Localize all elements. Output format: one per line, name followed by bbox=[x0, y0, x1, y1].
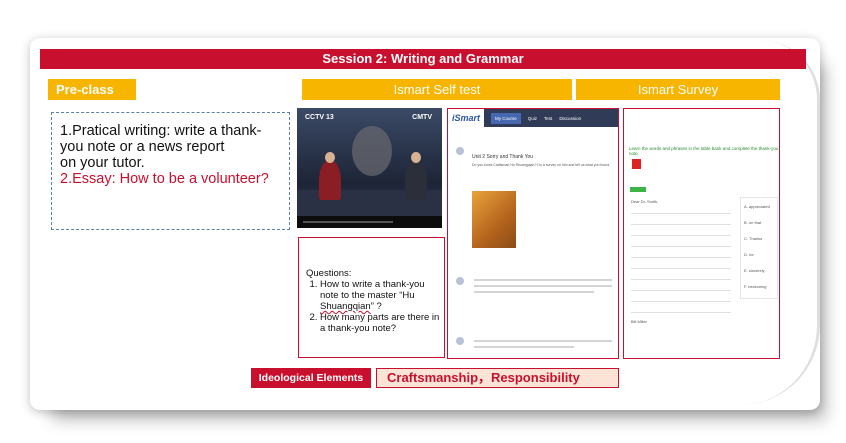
form-line bbox=[631, 290, 731, 291]
form-line bbox=[631, 279, 731, 280]
task-box: 1.Pratical writing: write a thank- you n… bbox=[51, 112, 290, 230]
selftest-header: Ismart Self test bbox=[302, 79, 572, 100]
anchor-right bbox=[405, 160, 427, 200]
word-option[interactable]: C. Thanks bbox=[744, 236, 762, 241]
survey-screenshot: Learn the words and phrases in the table… bbox=[623, 108, 780, 359]
ismart-topbar: iSmart My Course Quiz Test Discussion bbox=[448, 109, 618, 127]
survey-badge bbox=[630, 187, 646, 192]
avatar-icon bbox=[456, 337, 464, 345]
word-option[interactable]: F. beckoning bbox=[744, 284, 766, 289]
form-line bbox=[631, 268, 731, 269]
task-line-3: on your tutor. bbox=[60, 155, 145, 171]
text-line bbox=[474, 279, 612, 281]
text-line bbox=[474, 285, 612, 287]
question-1-text: How to write a thank-you note to the mas… bbox=[320, 279, 425, 301]
question-1: How to write a thank-you note to the mas… bbox=[320, 279, 440, 312]
survey-form: Dear Dr. Smith, Bill Miller bbox=[628, 197, 738, 347]
word-option[interactable]: D. for bbox=[744, 252, 754, 257]
survey-signature: Bill Miller bbox=[631, 319, 647, 324]
word-option[interactable]: E. sincerely bbox=[744, 268, 765, 273]
task-line-2: you note or a news report bbox=[60, 139, 225, 155]
session-banner: Session 2: Writing and Grammar bbox=[40, 49, 806, 69]
form-line bbox=[631, 213, 731, 214]
anchor-left-head bbox=[325, 152, 335, 163]
avatar-icon bbox=[456, 277, 464, 285]
survey-header: Ismart Survey bbox=[576, 79, 780, 100]
ismart-tab-course[interactable]: My Course bbox=[491, 112, 521, 124]
pdf-icon[interactable] bbox=[632, 159, 641, 169]
craftsman-photo bbox=[472, 191, 516, 248]
form-line bbox=[631, 246, 731, 247]
video-background-portrait bbox=[352, 126, 392, 176]
word-option[interactable]: A. appreciated bbox=[744, 204, 770, 209]
word-bank: A. appreciated B. on that C. Thanks D. f… bbox=[740, 197, 778, 299]
task-line-1: 1.Pratical writing: write a thank- bbox=[60, 123, 262, 139]
form-line bbox=[631, 235, 731, 236]
preclass-header: Pre-class bbox=[48, 79, 136, 100]
ismart-screenshot: iSmart My Course Quiz Test Discussion Un… bbox=[447, 108, 619, 359]
question-2: How many parts are there in a thank-you … bbox=[320, 312, 440, 334]
text-line bbox=[474, 291, 594, 293]
channel-logo-left: CCTV 13 bbox=[305, 114, 334, 121]
ismart-tab-quiz[interactable]: Quiz bbox=[528, 116, 537, 121]
form-line bbox=[631, 257, 731, 258]
anchor-right-head bbox=[411, 152, 421, 163]
survey-greeting: Dear Dr. Smith, bbox=[631, 199, 659, 204]
video-player[interactable]: CCTV 13 CMTV bbox=[297, 108, 442, 228]
text-line bbox=[474, 346, 574, 348]
text-line bbox=[474, 340, 612, 342]
ismart-tab-test[interactable]: Test bbox=[544, 116, 552, 121]
ismart-content: Unit 2 Sorry and Thank You Do you know C… bbox=[448, 127, 618, 358]
question-1-name: Shuangqian bbox=[320, 301, 371, 312]
anchor-left bbox=[319, 160, 341, 200]
ismart-logo: iSmart bbox=[448, 109, 485, 127]
ismart-subtitle: Do you know Craftsman Hu Shuangqian? Do … bbox=[472, 163, 611, 167]
values-tag: Craftsmanship，Responsibility bbox=[376, 368, 619, 388]
survey-instruction: Learn the words and phrases in the table… bbox=[629, 146, 779, 156]
video-controls[interactable] bbox=[297, 216, 442, 228]
questions-heading: Questions: bbox=[306, 268, 352, 279]
task-line-4: 2.Essay: How to be a volunteer? bbox=[60, 171, 269, 187]
form-line bbox=[631, 224, 731, 225]
avatar-icon bbox=[456, 147, 464, 155]
video-progress-bar[interactable] bbox=[303, 221, 393, 223]
word-option[interactable]: B. on that bbox=[744, 220, 761, 225]
form-line bbox=[631, 301, 731, 302]
question-1-end: ” ? bbox=[370, 301, 382, 312]
channel-logo-right: CMTV bbox=[412, 114, 432, 121]
ismart-tab-discussion[interactable]: Discussion bbox=[559, 116, 581, 121]
ismart-unit-title: Unit 2 Sorry and Thank You bbox=[472, 154, 534, 160]
questions-box: Questions: How to write a thank-you note… bbox=[298, 237, 445, 358]
form-line bbox=[631, 312, 731, 313]
ideological-elements-tag: Ideological Elements bbox=[251, 368, 371, 388]
